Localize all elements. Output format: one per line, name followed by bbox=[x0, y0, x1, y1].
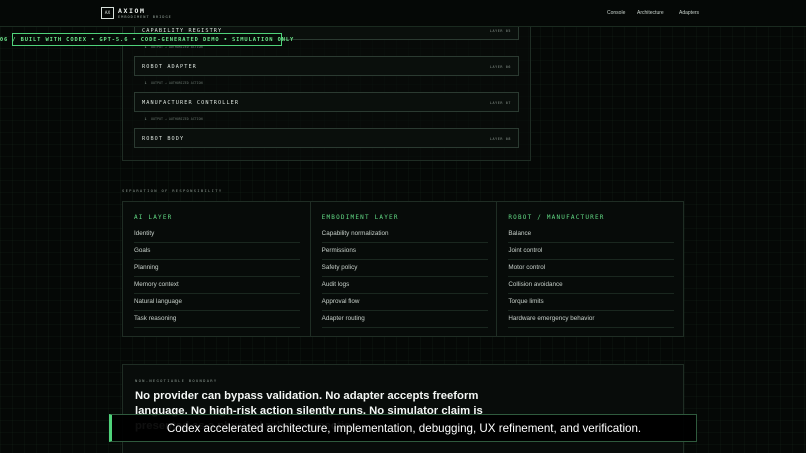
logo-mark[interactable]: AX bbox=[101, 7, 114, 19]
list-item: Joint control bbox=[508, 243, 675, 260]
arrow-down-icon: ↓ bbox=[144, 116, 148, 122]
layer-connector: ↓ OUTPUT → AUTHORIZED ACTION bbox=[144, 116, 203, 122]
list-item: Natural language bbox=[134, 294, 300, 311]
connector-label: OUTPUT → AUTHORIZED ACTION bbox=[151, 117, 203, 121]
list-item: Capability normalization bbox=[321, 226, 488, 243]
nav-link-console[interactable]: Console bbox=[607, 10, 625, 16]
brand-name[interactable]: AXIOM bbox=[118, 7, 146, 15]
caption-bar: Codex accelerated architecture, implemen… bbox=[109, 414, 697, 442]
layer-number: LAYER 06 bbox=[489, 65, 511, 69]
list-item: Torque limits bbox=[508, 294, 675, 311]
layer-name: ROBOT ADAPTER bbox=[142, 64, 197, 70]
list-item: Permissions bbox=[321, 243, 488, 260]
list-item: Task reasoning bbox=[134, 311, 300, 328]
list-item: Motor control bbox=[508, 260, 675, 277]
list-item: Adapter routing bbox=[321, 311, 488, 328]
responsibility-column-embodiment: EMBODIMENT LAYER Capability normalizatio… bbox=[309, 202, 497, 336]
layer-card-manufacturer-controller: MANUFACTURER CONTROLLER LAYER 07 bbox=[134, 92, 519, 112]
nav-link-architecture[interactable]: Architecture bbox=[637, 10, 664, 16]
column-title: AI LAYER bbox=[134, 214, 173, 221]
list-item: Planning bbox=[134, 260, 300, 277]
column-title: EMBODIMENT LAYER bbox=[321, 214, 399, 221]
caption-text: Codex accelerated architecture, implemen… bbox=[166, 421, 642, 435]
responsibility-column-manufacturer: ROBOT / MANUFACTURER Balance Joint contr… bbox=[496, 202, 683, 336]
responsibility-grid: AI LAYER Identity Goals Planning Memory … bbox=[122, 201, 684, 337]
layer-name: ROBOT BODY bbox=[142, 136, 185, 142]
connector-label: OUTPUT → AUTHORIZED ACTION bbox=[151, 81, 203, 85]
arrow-down-icon: ↓ bbox=[144, 80, 148, 86]
section-label: SEPARATION OF RESPONSIBILITY bbox=[122, 188, 223, 193]
list-item: Collision avoidance bbox=[508, 277, 675, 294]
list-item: Memory context bbox=[134, 277, 300, 294]
brand-subtitle: EMBODIMENT BRIDGE bbox=[118, 15, 172, 19]
layer-name: MANUFACTURER CONTROLLER bbox=[142, 100, 240, 106]
list-item: Goals bbox=[134, 243, 300, 260]
layer-connector: ↓ OUTPUT → AUTHORIZED ACTION bbox=[144, 80, 203, 86]
layer-number: LAYER 05 bbox=[489, 29, 511, 33]
list-item: Approval flow bbox=[321, 294, 488, 311]
column-title: ROBOT / MANUFACTURER bbox=[508, 214, 605, 221]
list-item: Safety policy bbox=[321, 260, 488, 277]
list-item: Audit logs bbox=[321, 277, 488, 294]
built-with-banner: 06 / BUILT WITH CODEX • GPT-5.6 • CODE-G… bbox=[0, 33, 293, 46]
layer-number: LAYER 07 bbox=[489, 101, 511, 105]
list-item: Balance bbox=[508, 226, 675, 243]
layer-card-robot-adapter: ROBOT ADAPTER LAYER 06 bbox=[134, 56, 519, 76]
responsibility-column-ai: AI LAYER Identity Goals Planning Memory … bbox=[123, 202, 310, 336]
layer-number: LAYER 08 bbox=[489, 137, 511, 141]
boundary-label: NON-NEGOTIABLE BOUNDARY bbox=[135, 378, 218, 383]
top-navigation-bar: AX AXIOM EMBODIMENT BRIDGE Console Archi… bbox=[0, 0, 806, 27]
nav-link-adapters[interactable]: Adapters bbox=[679, 10, 699, 16]
list-item: Identity bbox=[134, 226, 300, 243]
list-item: Hardware emergency behavior bbox=[508, 311, 675, 328]
layer-card-robot-body: ROBOT BODY LAYER 08 bbox=[134, 128, 519, 148]
